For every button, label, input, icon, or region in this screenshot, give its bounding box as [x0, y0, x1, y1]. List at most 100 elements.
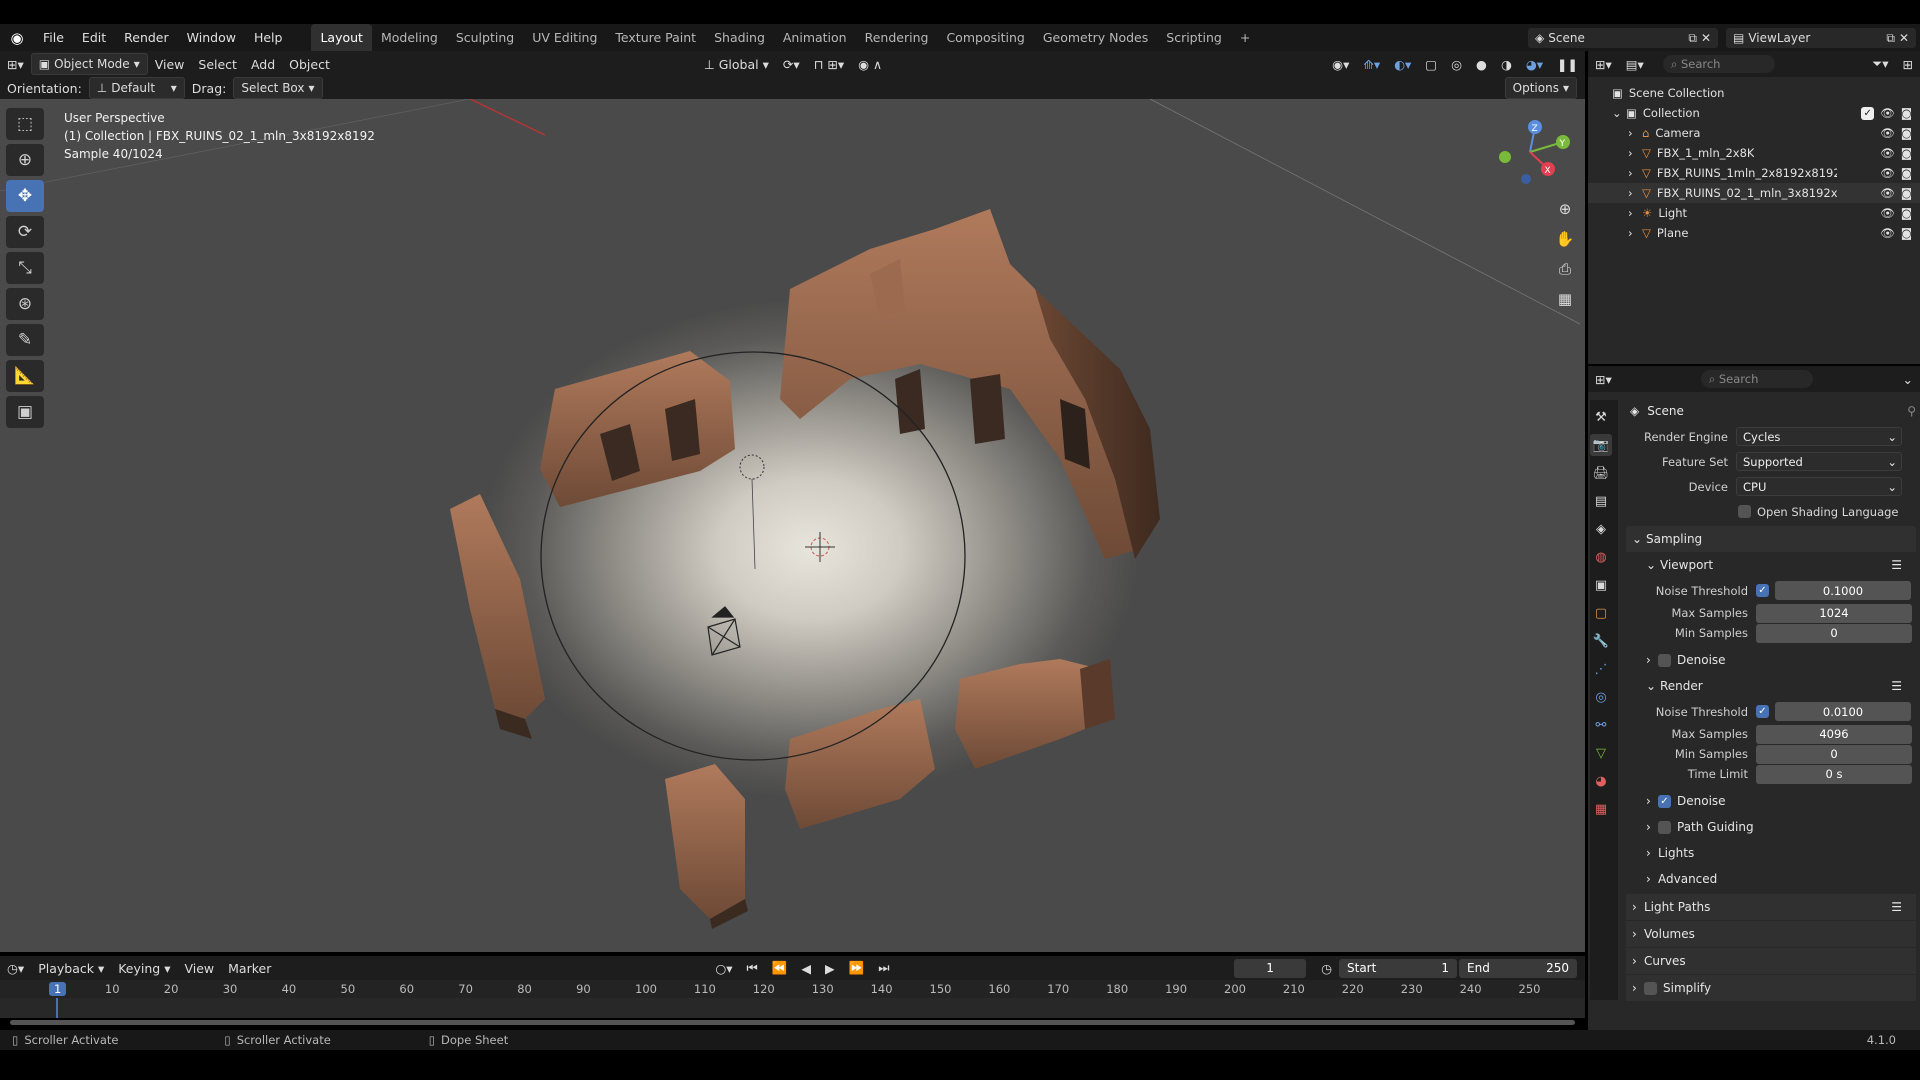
clock-editor-icon[interactable]: ◷▾ [0, 961, 31, 976]
shading-solid-icon[interactable]: ● [1469, 57, 1494, 72]
render-icon[interactable]: ◙ [1901, 146, 1912, 160]
feature-set-dropdown[interactable]: Supported ⌄ [1736, 452, 1902, 471]
zoom-icon[interactable]: ⊕ [1550, 194, 1580, 224]
ruin-pillar-left[interactable] [450, 494, 545, 739]
viewport-noise-threshold-field[interactable]: 0.1000 [1775, 581, 1911, 600]
collection-tab-icon[interactable]: ▣ [1590, 574, 1612, 596]
shading-rendered-icon[interactable]: ◕▾ [1519, 57, 1550, 72]
transform-icon[interactable]: ⊛ [6, 288, 44, 320]
current-frame-field[interactable]: 1 [1234, 958, 1307, 978]
exclude-checkbox[interactable]: ✓ [1861, 106, 1875, 120]
close-icon[interactable]: ✕ [1701, 30, 1711, 46]
eye-icon[interactable]: 👁 [1880, 146, 1895, 160]
device-dropdown[interactable]: CPU ⌄ [1736, 477, 1902, 496]
shading-wireframe-icon[interactable]: ◎ [1444, 57, 1469, 72]
camera-view-icon[interactable]: ⎙ [1550, 254, 1580, 284]
proportional-edit-icon[interactable]: ◉ ∧ [851, 57, 889, 72]
menu-render[interactable]: Render [115, 24, 178, 51]
render-noise-threshold-field[interactable]: 0.0100 [1775, 702, 1911, 721]
properties-editor-icon[interactable]: ⊞▾ [1588, 372, 1619, 387]
lights-subpanel[interactable]: › Lights [1626, 840, 1916, 866]
render-subpanel-header[interactable]: ⌄ Render ☰ [1626, 673, 1916, 699]
path-guiding-row[interactable]: › Path Guiding [1626, 814, 1916, 840]
scene-tab-icon[interactable]: ◈ [1590, 518, 1612, 540]
menu-object[interactable]: Object [282, 57, 337, 72]
output-tab-icon[interactable]: 🖨 [1590, 462, 1612, 484]
shading-material-icon[interactable]: ◑ [1494, 57, 1519, 72]
menu-view[interactable]: View [148, 57, 192, 72]
options-dropdown[interactable]: Options ▾ [1504, 77, 1577, 99]
eye-icon[interactable]: 👁 [1880, 226, 1895, 240]
menu-window[interactable]: Window [178, 24, 245, 51]
texture-tab-icon[interactable]: ▦ [1590, 798, 1612, 820]
material-tab-icon[interactable]: ◕ [1590, 770, 1612, 792]
start-frame-field[interactable]: Start 1 [1339, 958, 1457, 978]
viewport-noise-threshold-checkbox[interactable]: ✓ [1756, 584, 1769, 597]
tab-scripting[interactable]: Scripting [1157, 24, 1231, 51]
sampling-panel-header[interactable]: ⌄ Sampling [1626, 526, 1916, 552]
menu-playback[interactable]: Playback ▾ [31, 961, 111, 976]
outliner-item[interactable]: › ☀ Light 👁 ◙ [1588, 203, 1920, 223]
display-mode-icon[interactable]: ▤▾ [1619, 57, 1651, 72]
tab-geometry-nodes[interactable]: Geometry Nodes [1034, 24, 1157, 51]
outliner-item[interactable]: › ▽ FBX_RUINS_1mln_2x8192x8192 👁 ◙ [1588, 163, 1920, 183]
outliner-search[interactable]: ⌕ Search [1662, 55, 1775, 73]
tab-layout[interactable]: Layout [311, 24, 372, 51]
object-tab-icon[interactable]: ▢ [1590, 602, 1612, 624]
close-icon[interactable]: ✕ [1899, 30, 1909, 46]
gizmo-icon[interactable]: ⟰▾ [1356, 57, 1387, 72]
visibility-icon[interactable]: ◉▾ [1325, 57, 1356, 72]
tab-sculpting[interactable]: Sculpting [447, 24, 523, 51]
preview-range-icon[interactable]: ◷ [1314, 961, 1339, 976]
light-object-icon[interactable] [739, 454, 765, 480]
playhead-line[interactable] [56, 998, 58, 1018]
data-tab-icon[interactable]: ▽ [1590, 742, 1612, 764]
curves-panel[interactable]: › Curves [1626, 948, 1916, 974]
move-icon[interactable]: ✥ [6, 180, 44, 212]
cursor-icon[interactable]: ⊕ [6, 144, 44, 176]
render-max-samples-field[interactable]: 4096 [1756, 724, 1912, 744]
viewport-min-samples-field[interactable]: 0 [1756, 623, 1912, 643]
render-icon[interactable]: ◙ [1901, 106, 1912, 120]
chevron-right-icon[interactable]: › [1628, 186, 1642, 200]
menu-add[interactable]: Add [244, 57, 282, 72]
outliner-collection[interactable]: ⌄ ▣ Collection ✓ 👁 ◙ [1588, 103, 1920, 123]
add-cube-icon[interactable]: ▣ [6, 396, 44, 428]
next-keyframe-icon[interactable]: ⏩ [842, 960, 872, 976]
eye-icon[interactable]: 👁 [1880, 106, 1895, 120]
view-layer-selector[interactable]: ▤ ViewLayer ⧉ ✕ [1726, 27, 1916, 48]
new-scene-icon[interactable]: ⧉ [1688, 30, 1697, 46]
chevron-right-icon[interactable]: › [1628, 166, 1642, 180]
tab-shading[interactable]: Shading [705, 24, 774, 51]
light-paths-panel[interactable]: › Light Paths ☰ [1626, 894, 1916, 920]
tab-modeling[interactable]: Modeling [372, 24, 447, 51]
list-icon[interactable]: ☰ [1891, 679, 1902, 693]
mode-selector[interactable]: ▣ Object Mode ▾ [30, 53, 148, 75]
eye-icon[interactable]: 👁 [1880, 206, 1895, 220]
navigation-gizmo[interactable]: Z Y X [1490, 117, 1570, 187]
eye-icon[interactable]: 👁 [1880, 166, 1895, 180]
orientation-dropdown[interactable]: ⊥ Default ▾ [88, 77, 185, 99]
viewport-denoise-checkbox[interactable] [1658, 653, 1671, 667]
render-min-samples-field[interactable]: 0 [1756, 744, 1912, 764]
tab-texture-paint[interactable]: Texture Paint [606, 24, 705, 51]
chevron-down-icon[interactable]: ⌄ [1612, 106, 1626, 120]
render-engine-dropdown[interactable]: Cycles ⌄ [1736, 427, 1902, 446]
tab-compositing[interactable]: Compositing [937, 24, 1033, 51]
outliner-item[interactable]: › ⌂ Camera 👁 ◙ [1588, 123, 1920, 143]
outliner-editor-icon[interactable]: ⊞▾ [1588, 57, 1619, 72]
annotate-icon[interactable]: ✎ [6, 324, 44, 356]
tool-tab-icon[interactable]: ⚒ [1590, 406, 1612, 428]
render-denoise-checkbox[interactable]: ✓ [1658, 794, 1671, 808]
scene-selector[interactable]: ◈ Scene ⧉ ✕ [1528, 27, 1718, 48]
new-collection-icon[interactable]: ⊞ [1896, 57, 1920, 72]
camera-object-icon[interactable] [707, 606, 741, 656]
list-icon[interactable]: ☰ [1891, 900, 1902, 914]
record-icon[interactable]: ○▾ [708, 961, 739, 976]
menu-keying[interactable]: Keying ▾ [111, 961, 177, 976]
render-icon[interactable]: ◙ [1901, 126, 1912, 140]
jump-end-icon[interactable]: ⏭ [871, 960, 896, 976]
ruin-pillar-front[interactable] [665, 764, 748, 929]
simplify-panel[interactable]: › Simplify [1626, 975, 1916, 1001]
world-tab-icon[interactable]: ◍ [1590, 546, 1612, 568]
